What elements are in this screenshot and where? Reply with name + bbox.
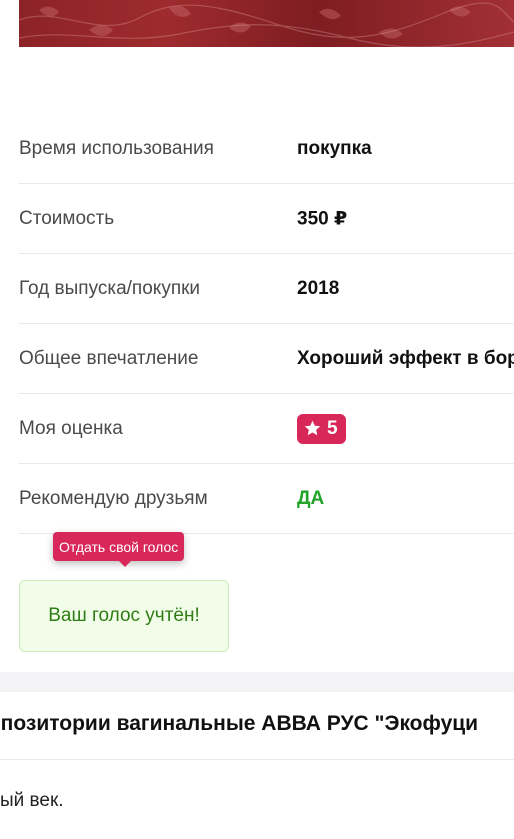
- vote-status-text: Ваш голос учтён!: [48, 605, 200, 626]
- spec-row-year: Год выпуска/покупки 2018: [19, 254, 514, 324]
- spec-label: Общее впечатление: [19, 347, 199, 369]
- spec-value: 2018: [297, 277, 340, 299]
- spec-value: покупка: [297, 137, 372, 159]
- recommend-value: ДА: [297, 487, 325, 509]
- section-separator: [0, 672, 514, 692]
- spec-label: Моя оценка: [19, 417, 123, 439]
- vote-tooltip: Отдать свой голос: [53, 532, 185, 567]
- review-photo[interactable]: [19, 0, 514, 47]
- spec-row-rating: Моя оценка 5: [19, 394, 514, 464]
- review-text: ый век.: [0, 790, 64, 811]
- divider: [0, 759, 514, 760]
- rating-badge: 5: [297, 413, 346, 444]
- spec-row-cost: Стоимость 350 ₽: [19, 184, 514, 254]
- spec-row-impression: Общее впечатление Хороший эффект в бор: [19, 324, 514, 394]
- spec-value: 350 ₽: [297, 208, 348, 229]
- product-title[interactable]: ппозитории вагинальные АВВА РУС "Экофуци: [0, 712, 478, 736]
- spec-label: Год выпуска/покупки: [19, 277, 201, 299]
- spec-label: Рекомендую друзьям: [19, 487, 208, 509]
- spec-label: Стоимость: [19, 207, 115, 229]
- spec-value: Хороший эффект в бор: [297, 347, 514, 369]
- spec-row-recommend: Рекомендую друзьям ДА: [19, 464, 514, 534]
- vote-status-box[interactable]: Ваш голос учтён!: [19, 580, 229, 652]
- fabric-pattern: [19, 2, 514, 47]
- review-specs: Время использования покупка Стоимость 35…: [19, 114, 514, 534]
- spec-row-usage-time: Время использования покупка: [19, 114, 514, 184]
- rating-value: 5: [327, 417, 338, 439]
- spec-label: Время использования: [19, 137, 214, 159]
- star-icon: [304, 420, 321, 436]
